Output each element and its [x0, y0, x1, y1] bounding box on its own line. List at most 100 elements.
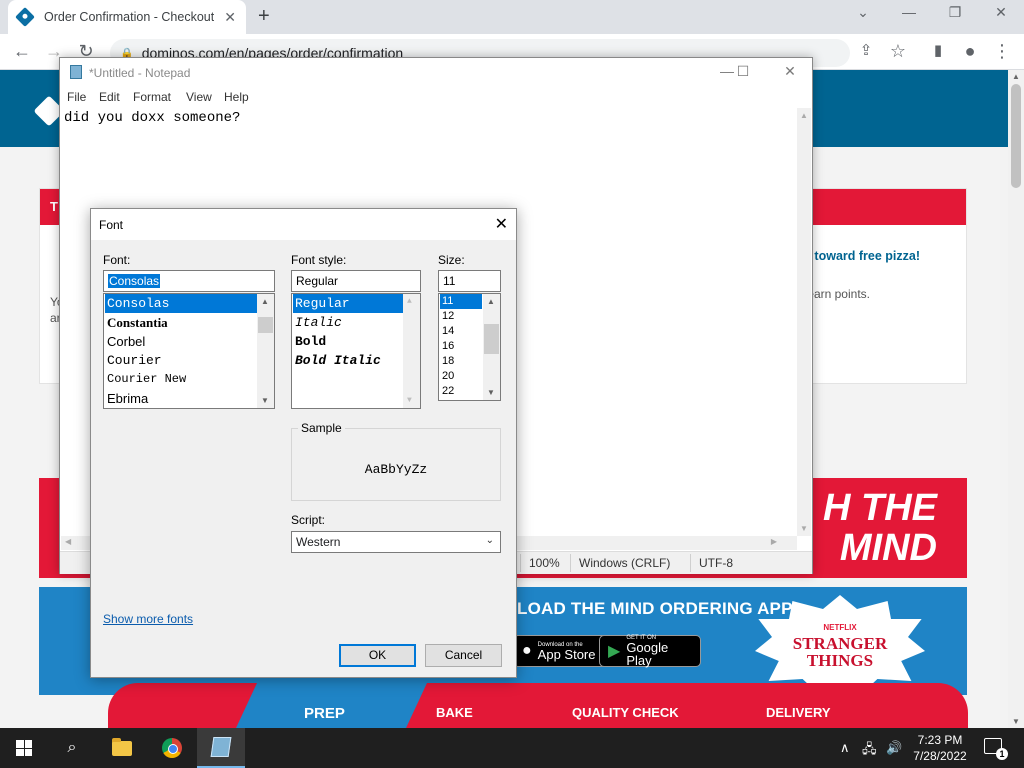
font-size-item-18[interactable]: 18	[440, 354, 454, 369]
tracker-step-quality-check: QUALITY CHECK	[572, 705, 679, 720]
promo-headline: H THE MIND	[823, 488, 937, 568]
notepad-scroll-left-icon[interactable]: ◀	[65, 537, 71, 546]
stranger-things-line-1: STRANGER	[792, 634, 888, 653]
tab-search-icon[interactable]: ⌄	[851, 4, 875, 21]
profile-avatar-icon[interactable]: ●	[958, 41, 982, 62]
google-play-big-text: Google Play	[626, 640, 669, 668]
back-button[interactable]: ←	[10, 41, 34, 62]
font-size-scroll-thumb[interactable]	[484, 324, 499, 354]
font-list-item-ebrima[interactable]: Ebrima	[105, 389, 148, 408]
font-size-item-20[interactable]: 20	[440, 369, 454, 384]
font-style-list[interactable]: Regular Italic Bold Bold Italic ▲ ▼	[291, 293, 421, 409]
font-size-scroll-down-icon[interactable]: ▼	[487, 388, 495, 397]
font-list-item-courier[interactable]: Courier	[105, 351, 162, 370]
taskbar-notepad[interactable]	[197, 728, 245, 768]
sample-group: Sample AaBbYyZz	[291, 421, 501, 501]
page-scrollbar[interactable]: ▲ ▼	[1008, 70, 1024, 728]
menu-file[interactable]: File	[67, 90, 86, 104]
browser-menu-icon[interactable]: ⋮	[990, 41, 1014, 62]
font-size-list[interactable]: 11 12 14 16 18 20 22 ▲ ▼	[438, 293, 501, 401]
tracker-step-bake: BAKE	[436, 705, 473, 720]
tab-close-icon[interactable]: ✕	[224, 9, 236, 26]
browser-maximize-button[interactable]: ❐	[943, 4, 967, 21]
font-style-item-regular[interactable]: Regular	[293, 294, 403, 313]
notepad-scroll-right-icon[interactable]: ▶	[771, 537, 777, 546]
font-list-scroll-up-icon[interactable]: ▲	[261, 297, 269, 306]
status-line-ending: Windows (CRLF)	[579, 556, 671, 570]
notepad-close-button[interactable]: ✕	[775, 63, 805, 80]
menu-format[interactable]: Format	[133, 90, 171, 104]
font-size-list-scrollbar[interactable]: ▲ ▼	[483, 294, 500, 400]
new-tab-button[interactable]: +	[258, 5, 270, 28]
font-list-item-constantia[interactable]: Constantia	[105, 313, 168, 332]
notepad-maximize-button[interactable]: ☐	[728, 63, 758, 80]
browser-tab-order-confirmation[interactable]: Order Confirmation - Checkout C ✕	[8, 0, 246, 34]
browser-close-button[interactable]: ✕	[989, 4, 1013, 21]
font-size-item-14[interactable]: 14	[440, 324, 454, 339]
font-style-scroll-up-icon[interactable]: ▲	[407, 297, 412, 306]
notepad-scroll-up-icon[interactable]: ▲	[800, 111, 808, 120]
font-size-scroll-up-icon[interactable]: ▲	[487, 297, 495, 306]
script-select[interactable]: Western ⌄	[291, 531, 501, 553]
notepad-menu-bar: File Edit Format View Help	[60, 88, 812, 108]
font-name-input[interactable]: Consolas	[103, 270, 275, 292]
menu-help[interactable]: Help	[224, 90, 249, 104]
taskbar-search-button[interactable]: ⌕	[48, 728, 96, 768]
chevron-down-icon: ⌄	[485, 535, 494, 546]
notification-count-badge: 1	[996, 748, 1008, 760]
share-icon[interactable]: ⇪	[854, 41, 878, 59]
font-style-item-bold-italic[interactable]: Bold Italic	[293, 351, 381, 370]
font-dialog-title-bar[interactable]: Font ✕	[91, 209, 516, 240]
font-size-item-12[interactable]: 12	[440, 309, 454, 324]
netflix-text: NETFLIX	[823, 623, 857, 632]
font-style-item-bold[interactable]: Bold	[293, 332, 326, 351]
status-separator	[690, 554, 691, 572]
font-list-item-consolas[interactable]: Consolas	[105, 294, 257, 313]
cancel-button[interactable]: Cancel	[425, 644, 502, 667]
tab-title: Order Confirmation - Checkout C	[44, 10, 214, 24]
bookmark-star-icon[interactable]: ☆	[886, 41, 910, 62]
notepad-scroll-down-icon[interactable]: ▼	[800, 524, 808, 533]
page-scroll-thumb[interactable]	[1011, 84, 1021, 188]
font-list-item-corbel[interactable]: Corbel	[105, 332, 145, 351]
stranger-things-badge: NETFLIX STRANGER THINGS	[755, 595, 925, 695]
notepad-title-bar[interactable]: *Untitled - Notepad — ☐ ✕	[60, 58, 812, 88]
notepad-vertical-scrollbar[interactable]: ▲ ▼	[797, 108, 811, 536]
font-size-input[interactable]: 11	[438, 270, 501, 292]
ok-button[interactable]: OK	[339, 644, 416, 667]
network-icon[interactable]: 🖧	[862, 740, 877, 762]
tray-chevron-icon[interactable]: ∧	[840, 740, 850, 756]
taskbar-chrome[interactable]	[148, 728, 196, 768]
menu-view[interactable]: View	[186, 90, 212, 104]
folder-icon	[112, 737, 132, 756]
font-style-scroll-down-icon[interactable]: ▼	[407, 396, 412, 405]
app-download-text: LOAD THE MIND ORDERING APP	[517, 599, 793, 618]
font-style-item-italic[interactable]: Italic	[293, 313, 342, 332]
volume-icon[interactable]: 🔊	[886, 740, 902, 756]
font-list-scrollbar[interactable]: ▲ ▼	[257, 294, 274, 408]
font-size-item-22[interactable]: 22	[440, 384, 454, 399]
font-style-list-scrollbar[interactable]: ▲ ▼	[403, 294, 420, 408]
font-list-scroll-down-icon[interactable]: ▼	[261, 396, 269, 405]
side-panel-icon[interactable]: ▮	[926, 41, 950, 59]
taskbar-file-explorer[interactable]	[98, 728, 146, 768]
menu-edit[interactable]: Edit	[99, 90, 120, 104]
font-size-item-16[interactable]: 16	[440, 339, 454, 354]
chrome-icon	[162, 738, 182, 758]
scroll-down-icon[interactable]: ▼	[1012, 717, 1020, 726]
start-button[interactable]	[0, 728, 48, 768]
browser-minimize-button[interactable]: —	[897, 4, 921, 20]
scroll-up-icon[interactable]: ▲	[1012, 72, 1020, 81]
google-play-button[interactable]: ▶ GET IT ON Google Play	[599, 635, 701, 667]
show-more-fonts-link[interactable]: Show more fonts	[103, 612, 193, 626]
font-list-scroll-thumb[interactable]	[258, 317, 273, 333]
font-list[interactable]: Consolas Constantia Corbel Courier Couri…	[103, 293, 275, 409]
status-separator	[570, 554, 571, 572]
font-size-item-11[interactable]: 11	[440, 294, 482, 309]
taskbar-clock[interactable]: 7:23 PM 7/28/2022	[905, 732, 975, 764]
font-dialog-close-button[interactable]: ✕	[495, 214, 508, 234]
font-list-item-courier-new[interactable]: Courier New	[105, 370, 186, 389]
search-icon: ⌕	[67, 739, 77, 756]
rewards-free-pizza-text: toward free pizza!	[814, 249, 920, 263]
font-style-input[interactable]: Regular	[291, 270, 421, 292]
